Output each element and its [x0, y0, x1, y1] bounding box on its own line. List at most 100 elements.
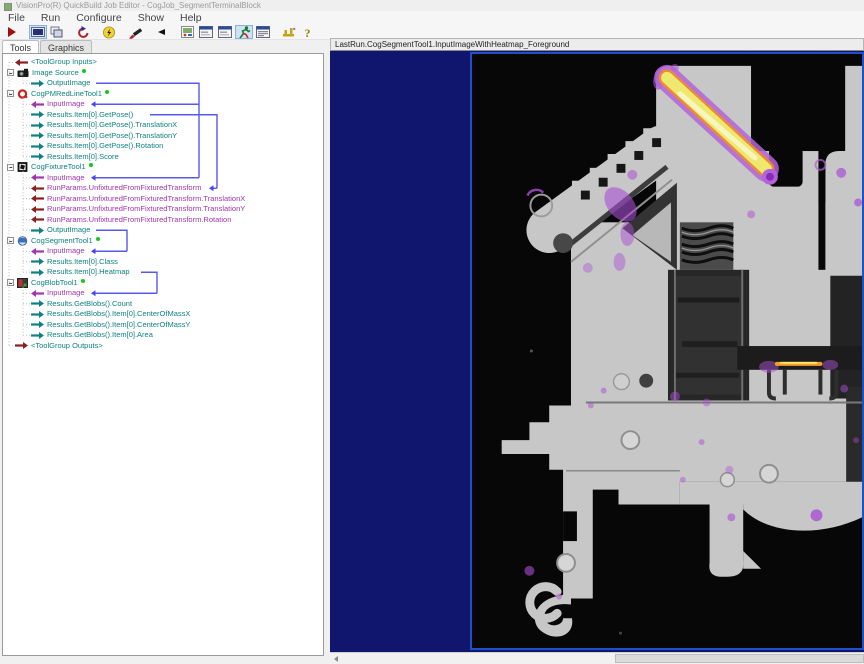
new-image-button[interactable]	[178, 25, 196, 39]
expander-icon[interactable]	[7, 90, 14, 97]
win-icon	[218, 26, 232, 38]
copy-tool-button[interactable]	[48, 25, 66, 39]
bench-icon	[282, 26, 296, 38]
play-icon	[6, 26, 18, 38]
cleanup-brush-button[interactable]	[126, 25, 144, 39]
run-tools-man-button[interactable]	[235, 25, 253, 39]
menu-configure[interactable]: Configure	[68, 11, 130, 25]
help-button[interactable]: ?	[299, 25, 317, 39]
tree-terminal[interactable]: Results.Item[0].GetPose().Rotation	[5, 141, 323, 152]
scrollbar-thumb[interactable]	[615, 654, 864, 663]
show-image-display-button[interactable]	[29, 25, 47, 39]
menu-bar: FileRunConfigureShowHelp	[0, 11, 864, 25]
tree-terminal[interactable]: InputImage	[5, 99, 323, 110]
tree-tool-cogsegmenttool1[interactable]: CogSegmentTool1	[5, 236, 323, 247]
tree-tool-cogpmredlinetool1[interactable]: CogPMRedLineTool1	[5, 89, 323, 100]
tree-terminal[interactable]: InputImage	[5, 288, 323, 299]
tree-terminal[interactable]: Results.Item[0].Class	[5, 257, 323, 268]
window-layout-a-button[interactable]	[197, 25, 215, 39]
run-job-button[interactable]	[3, 25, 21, 39]
win-icon	[199, 26, 213, 38]
scroll-left-button[interactable]	[330, 653, 342, 664]
tree-terminal[interactable]: InputImage	[5, 246, 323, 257]
terminal-label: InputImage	[47, 99, 85, 110]
pointer-arrow-button[interactable]	[152, 25, 170, 39]
terminal-arrow-icon	[31, 122, 44, 129]
tree-terminal[interactable]: RunParams.UnfixturedFromFixturedTransfor…	[5, 215, 323, 226]
tool-label: CogPMRedLineTool1	[31, 89, 102, 100]
terminal-arrow-icon	[31, 185, 44, 192]
fixture-tool-icon	[17, 162, 28, 172]
tree-terminal[interactable]: Results.Item[0].Heatmap	[5, 267, 323, 278]
heatmap-image-frame	[470, 52, 864, 650]
menu-file[interactable]: File	[0, 11, 33, 25]
window-layout-b-button[interactable]	[216, 25, 234, 39]
modified-dot-icon	[96, 237, 100, 241]
modified-dot-icon	[105, 90, 109, 94]
tree-terminal[interactable]: RunParams.UnfixturedFromFixturedTransfor…	[5, 204, 323, 215]
tree-terminal[interactable]: RunParams.UnfixturedFromFixturedTransfor…	[5, 183, 323, 194]
tree-terminal[interactable]: OutputImage	[5, 78, 323, 89]
viewer-record-label: LastRun.CogSegmentTool1.InputImageWithHe…	[330, 38, 864, 51]
group-label: <ToolGroup Inputs>	[31, 57, 97, 68]
camera-tool-icon	[17, 68, 29, 78]
tree-terminal[interactable]: Results.GetBlobs().Item[0].CenterOfMassX	[5, 309, 323, 320]
tree-terminal[interactable]: Results.Item[0].GetPose().TranslationX	[5, 120, 323, 131]
modified-dot-icon	[89, 163, 93, 167]
tree-terminal[interactable]: RunParams.UnfixturedFromFixturedTransfor…	[5, 194, 323, 205]
tab-tools[interactable]: Tools	[2, 40, 39, 53]
benchmark-button[interactable]	[280, 25, 298, 39]
reset-job-button[interactable]	[74, 25, 92, 39]
terminal-arrow-icon	[31, 300, 44, 307]
app-icon	[4, 3, 12, 11]
image-display[interactable]	[330, 51, 864, 652]
tree-terminal[interactable]: <ToolGroup Outputs>	[5, 341, 323, 352]
tree-terminal[interactable]: OutputImage	[5, 225, 323, 236]
tool-label: CogBlobTool1	[31, 278, 78, 289]
terminal-label: OutputImage	[47, 225, 90, 236]
terminal-arrow-icon	[31, 269, 44, 276]
expander-icon[interactable]	[7, 237, 14, 244]
tab-graphics[interactable]: Graphics	[40, 40, 92, 53]
terminal-arrow-icon	[31, 321, 44, 328]
tree-tool-cogblobtool1[interactable]: CogBlobTool1	[5, 278, 323, 289]
tree-tool-image-source[interactable]: Image Source	[5, 68, 323, 79]
tree-terminal[interactable]: Results.Item[0].GetPose().TranslationY	[5, 131, 323, 142]
terminal-label: InputImage	[47, 173, 85, 184]
window-layout-c-button[interactable]	[254, 25, 272, 39]
terminal-arrow-icon	[31, 174, 44, 181]
run-continuous-button[interactable]	[100, 25, 118, 39]
terminal-arrow-icon	[31, 153, 44, 160]
terminal-arrow-icon	[31, 258, 44, 265]
menu-help[interactable]: Help	[172, 11, 210, 25]
tree-terminal[interactable]: Results.Item[0].GetPose()	[5, 110, 323, 121]
tree-terminal[interactable]: Results.GetBlobs().Item[0].Area	[5, 330, 323, 341]
tree-tool-cogfixturetool1[interactable]: CogFixtureTool1	[5, 162, 323, 173]
terminal-arrow-icon	[31, 206, 44, 213]
arrowhead-icon	[156, 28, 166, 36]
terminal-label: Results.Item[0].Class	[47, 257, 118, 268]
expander-icon[interactable]	[7, 164, 14, 171]
tree-terminal[interactable]: Results.Item[0].Score	[5, 152, 323, 163]
terminal-arrow-icon	[31, 290, 44, 297]
tree-terminal[interactable]: InputImage	[5, 173, 323, 184]
menu-run[interactable]: Run	[33, 11, 68, 25]
terminal-arrow-icon	[31, 111, 44, 118]
expander-icon[interactable]	[7, 69, 14, 76]
terminal-label: Results.GetBlobs().Count	[47, 299, 132, 310]
terminal-arrow-icon	[31, 311, 44, 318]
terminal-label: Results.GetBlobs().Item[0].CenterOfMassX	[47, 309, 190, 320]
tree-terminal[interactable]: <ToolGroup Inputs>	[5, 57, 323, 68]
menu-show[interactable]: Show	[130, 11, 172, 25]
terminal-label: InputImage	[47, 288, 85, 299]
segment-tool-icon	[17, 236, 28, 246]
tool-tree-panel: ToolsGraphics <ToolGroup Inputs>Image So…	[0, 40, 330, 664]
terminal-label: Results.Item[0].Heatmap	[47, 267, 130, 278]
tree-terminal[interactable]: Results.GetBlobs().Item[0].CenterOfMassY	[5, 320, 323, 331]
reset-icon	[77, 26, 90, 39]
blob-tool-icon	[17, 278, 28, 288]
tree-terminal[interactable]: Results.GetBlobs().Count	[5, 299, 323, 310]
horizontal-scrollbar[interactable]	[330, 652, 864, 664]
expander-icon[interactable]	[7, 279, 14, 286]
modified-dot-icon	[81, 279, 85, 283]
